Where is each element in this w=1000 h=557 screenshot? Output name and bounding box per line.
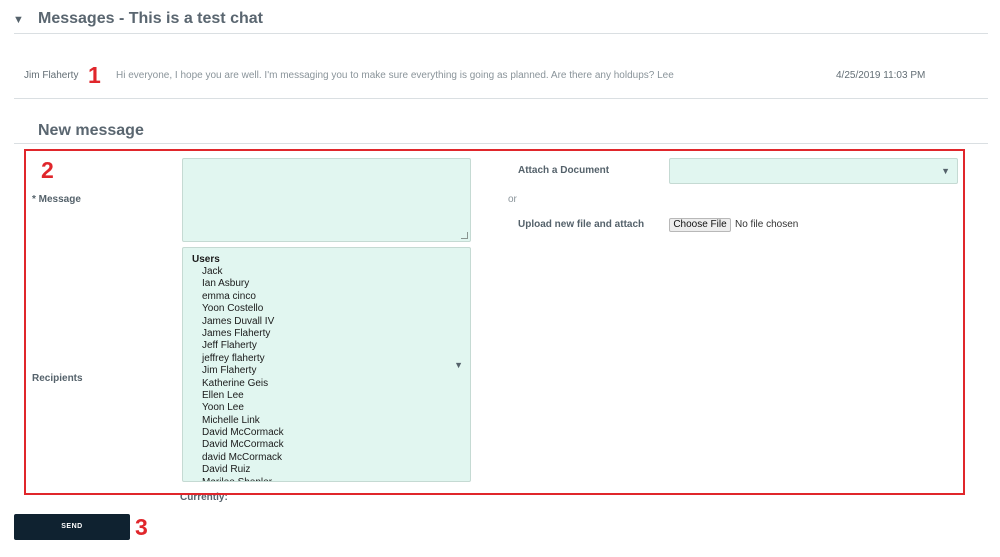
upload-file-label: Upload new file and attach bbox=[518, 219, 645, 230]
recipients-select[interactable]: Users Jack Ian Asbury emma cinco Yoon Coste… bbox=[182, 247, 471, 482]
recipient-option[interactable]: Marilee Shepler bbox=[202, 477, 284, 481]
message-divider bbox=[14, 98, 988, 99]
header-divider bbox=[14, 33, 988, 34]
currently-label: Currently: bbox=[180, 492, 228, 503]
chevron-down-icon[interactable]: ▼ bbox=[941, 166, 950, 176]
new-message-title: New message bbox=[38, 122, 144, 139]
message-label: * Message bbox=[32, 194, 81, 205]
message-timestamp: 4/25/2019 11:03 PM bbox=[836, 70, 926, 81]
message-author: Jim Flaherty bbox=[24, 70, 79, 81]
thread-title: Messages - This is a test chat bbox=[38, 10, 263, 27]
attach-document-label: Attach a Document bbox=[518, 165, 610, 176]
recipient-option[interactable]: emma cinco bbox=[202, 291, 284, 303]
annotation-1: 1 bbox=[88, 62, 101, 88]
recipients-group-label: Users bbox=[192, 254, 220, 265]
resize-handle-icon[interactable] bbox=[461, 232, 468, 239]
recipient-option[interactable]: David Ruiz bbox=[202, 464, 284, 476]
recipient-option[interactable]: James Flaherty bbox=[202, 328, 284, 340]
recipient-option[interactable]: James Duvall IV bbox=[202, 316, 284, 328]
recipients-label: Recipients bbox=[32, 373, 83, 384]
recipients-options: Jack Ian Asbury emma cinco Yoon Costello Jam… bbox=[202, 266, 284, 481]
recipient-option[interactable]: Michelle Link bbox=[202, 415, 284, 427]
recipient-option[interactable]: Ellen Lee bbox=[202, 390, 284, 402]
recipient-option[interactable]: David McCormack bbox=[202, 427, 284, 439]
choose-file-button[interactable]: Choose File bbox=[669, 218, 731, 232]
or-separator: or bbox=[508, 194, 517, 205]
no-file-status: No file chosen bbox=[735, 219, 799, 230]
recipient-option[interactable]: Yoon Costello bbox=[202, 303, 284, 315]
recipient-option[interactable]: Katherine Geis bbox=[202, 378, 284, 390]
send-button[interactable]: SEND bbox=[14, 514, 130, 540]
annotation-highlight-box bbox=[24, 149, 965, 495]
recipient-option[interactable]: Jack bbox=[202, 266, 284, 278]
recipient-option[interactable]: Yoon Lee bbox=[202, 402, 284, 414]
recipient-option[interactable]: David McCormack bbox=[202, 439, 284, 451]
recipient-option[interactable]: jeffrey flaherty bbox=[202, 353, 284, 365]
recipient-option[interactable]: Jeff Flaherty bbox=[202, 340, 284, 352]
annotation-2: 2 bbox=[41, 157, 54, 183]
triangle-down-icon[interactable]: ▼ bbox=[13, 14, 24, 26]
new-message-divider bbox=[14, 143, 988, 144]
recipient-option[interactable]: Ian Asbury bbox=[202, 278, 284, 290]
recipient-option[interactable]: Jim Flaherty bbox=[202, 365, 284, 377]
attach-document-select[interactable]: ▼ bbox=[669, 158, 958, 184]
message-text: Hi everyone, I hope you are well. I'm me… bbox=[116, 70, 674, 81]
message-textarea[interactable] bbox=[182, 158, 471, 242]
chevron-down-icon[interactable]: ▼ bbox=[454, 360, 463, 370]
recipient-option[interactable]: david McCormack bbox=[202, 452, 284, 464]
annotation-3: 3 bbox=[135, 514, 148, 540]
